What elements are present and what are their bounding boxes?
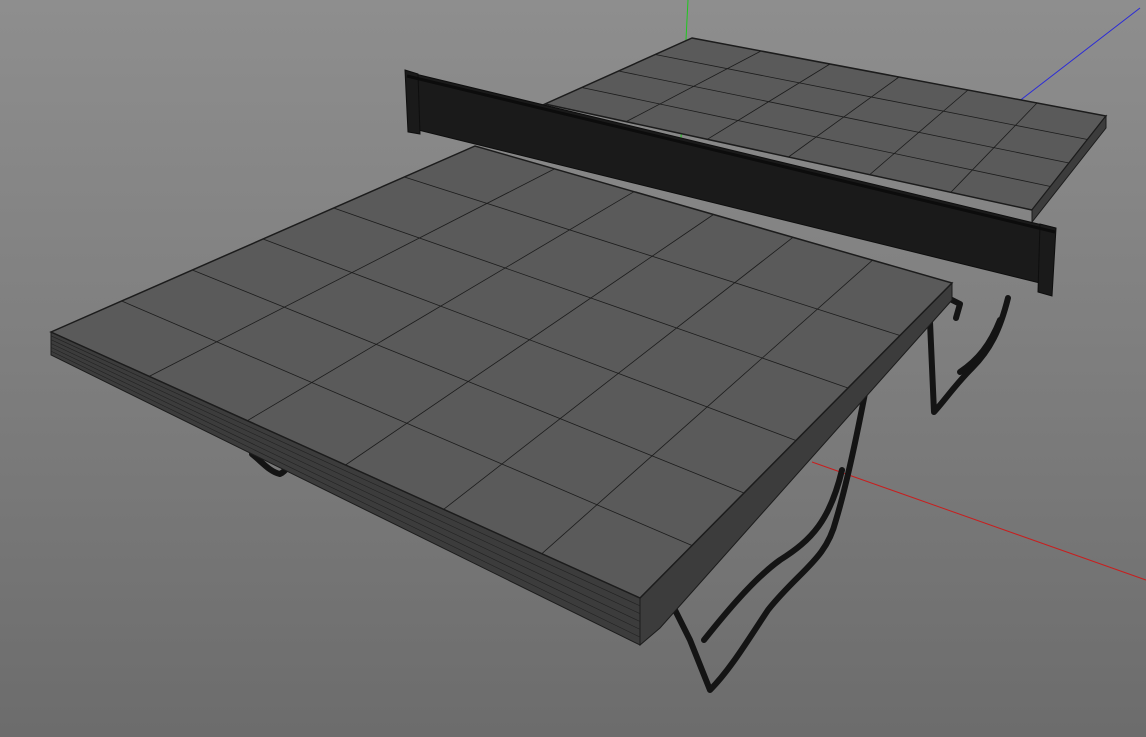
viewport-scene[interactable] [0,0,1146,737]
net-post-right [1037,223,1057,297]
3d-viewport[interactable] [0,0,1146,737]
z-axis-line [1017,7,1141,103]
x-axis-line [811,461,1146,581]
leg-back-right [927,295,1011,415]
leg-back-right-inner [957,317,1003,375]
